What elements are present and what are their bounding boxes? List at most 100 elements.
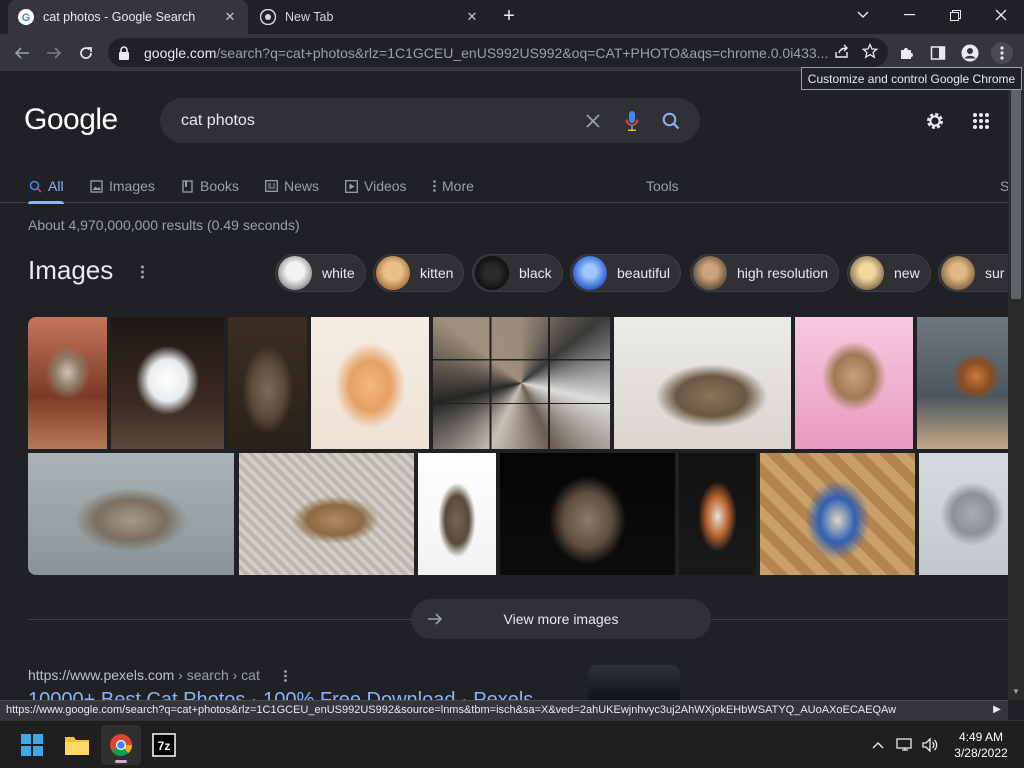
view-more-images-button[interactable]: View more images — [411, 599, 711, 639]
search-results-page: Google cat photos All Images Books News … — [0, 71, 1008, 700]
clear-icon[interactable] — [583, 111, 603, 131]
clock-time: 4:49 AM — [958, 730, 1004, 744]
image-icon — [89, 179, 103, 193]
profile-icon[interactable] — [959, 42, 981, 64]
chip-new[interactable]: new — [847, 254, 931, 292]
image-result[interactable] — [614, 317, 791, 449]
chrome-menu-kebab-icon[interactable] — [991, 42, 1013, 64]
arrow-right-icon — [425, 609, 445, 629]
vertical-scrollbar[interactable]: ▲ ▼ — [1008, 71, 1024, 700]
chip-thumbnail — [376, 256, 410, 290]
chip-label: new — [894, 265, 920, 281]
images-more-kebab-icon[interactable] — [136, 263, 148, 281]
side-panel-icon[interactable] — [927, 42, 949, 64]
search-box[interactable]: cat photos — [160, 98, 700, 143]
tab-new-tab[interactable]: New Tab ✕ — [250, 0, 490, 34]
forward-arrow-icon[interactable] — [43, 42, 65, 64]
result-thumbnail[interactable] — [588, 665, 680, 700]
image-result[interactable] — [418, 453, 496, 575]
chip-thumbnail — [693, 256, 727, 290]
tab-news[interactable]: News — [264, 169, 319, 203]
image-result[interactable] — [311, 317, 429, 449]
address-path: /search?q=cat+photos&rlz=1C1GCEU_enUS992… — [216, 44, 829, 61]
image-result[interactable] — [239, 453, 414, 575]
tab-more[interactable]: More — [430, 169, 474, 203]
image-result[interactable] — [917, 317, 1008, 449]
chip-black[interactable]: black — [472, 254, 563, 292]
chip-sur[interactable]: sur — [938, 254, 1008, 292]
microphone-icon[interactable] — [622, 110, 642, 131]
close-tab-icon[interactable]: ✕ — [222, 9, 238, 25]
search-icon — [28, 179, 42, 193]
image-result[interactable] — [919, 453, 1008, 575]
status-scroll-arrow-icon: ▶ — [993, 704, 1001, 715]
chip-beautiful[interactable]: beautiful — [570, 254, 681, 292]
bookmark-star-icon[interactable] — [861, 42, 879, 62]
svg-text:7z: 7z — [158, 739, 171, 753]
file-explorer-icon[interactable] — [57, 725, 97, 765]
minimize-button[interactable] — [895, 4, 923, 26]
share-icon[interactable] — [834, 43, 850, 62]
tab-label: News — [284, 178, 320, 194]
image-result[interactable] — [28, 317, 107, 449]
back-arrow-icon[interactable] — [11, 42, 33, 64]
network-icon[interactable] — [895, 735, 915, 755]
chip-white[interactable]: white — [275, 254, 366, 292]
image-result[interactable] — [111, 317, 224, 449]
close-window-button[interactable] — [987, 4, 1015, 26]
tab-label: More — [442, 178, 474, 194]
result-title-link[interactable]: 10000+ Best Cat Photos · 100% Free Downl… — [28, 689, 533, 700]
chip-high-resolution[interactable]: high resolution — [690, 254, 840, 292]
image-result[interactable] — [500, 453, 675, 575]
image-result-collage[interactable] — [433, 317, 610, 449]
tab-all[interactable]: All — [28, 169, 64, 204]
image-result[interactable] — [679, 453, 756, 575]
windows-taskbar: 7z 4:49 AM 3/28/2022 — [0, 720, 1024, 768]
volume-icon[interactable] — [920, 735, 940, 755]
tab-search-chevron-icon[interactable] — [849, 4, 877, 26]
start-icon[interactable] — [12, 725, 52, 765]
search-input[interactable]: cat photos — [181, 112, 583, 130]
view-more-label: View more images — [503, 611, 619, 627]
address-bar[interactable]: google.com /search?q=cat+photos&rlz=1C1G… — [108, 38, 888, 67]
scroll-down-arrow-icon[interactable]: ▼ — [1011, 687, 1021, 697]
chip-label: white — [322, 265, 355, 281]
image-result[interactable] — [795, 317, 913, 449]
active-app-indicator — [115, 760, 127, 763]
reload-icon[interactable] — [75, 42, 97, 64]
scrollbar-thumb[interactable] — [1011, 89, 1021, 299]
settings-gear-icon[interactable] — [923, 109, 947, 133]
google-logo[interactable]: Google — [24, 103, 118, 137]
tab-images[interactable]: Images — [89, 169, 155, 203]
status-url-bar: https://www.google.com/search?q=cat+phot… — [0, 700, 1008, 720]
image-result[interactable] — [28, 453, 234, 575]
image-result[interactable] — [760, 453, 915, 575]
close-tab-icon[interactable]: ✕ — [464, 9, 480, 25]
result-url[interactable]: https://www.pexels.com › search › cat — [28, 667, 260, 683]
restore-button[interactable] — [941, 4, 969, 26]
result-options-kebab-icon[interactable] — [280, 668, 290, 684]
chrome-icon[interactable] — [101, 725, 141, 765]
chip-thumbnail — [850, 256, 884, 290]
tray-chevron-up-icon[interactable] — [868, 735, 888, 755]
tools-button[interactable]: Tools — [646, 169, 679, 203]
tab-cat-photos[interactable]: G cat photos - Google Search ✕ — [8, 0, 248, 34]
extensions-puzzle-icon[interactable] — [895, 42, 917, 64]
safesearch-button[interactable]: S — [1000, 169, 1008, 203]
images-heading[interactable]: Images — [28, 255, 113, 286]
lock-icon[interactable] — [118, 45, 134, 60]
taskbar-clock[interactable]: 4:49 AM 3/28/2022 — [946, 729, 1016, 761]
tab-label: All — [48, 178, 64, 194]
7zip-icon[interactable]: 7z — [144, 725, 184, 765]
apps-grid-icon[interactable] — [969, 109, 993, 133]
image-result[interactable] — [228, 317, 307, 449]
kebab-icon — [430, 179, 438, 193]
tab-bar: G cat photos - Google Search ✕ New Tab ✕… — [0, 0, 1024, 34]
tab-videos[interactable]: Videos — [344, 169, 407, 203]
chip-kitten[interactable]: kitten — [373, 254, 465, 292]
new-tab-button[interactable]: + — [498, 6, 520, 28]
search-icon[interactable] — [661, 111, 681, 131]
result-url-crumbs: › search › cat — [174, 667, 260, 683]
clock-date: 3/28/2022 — [954, 746, 1008, 760]
tab-books[interactable]: Books — [180, 169, 239, 203]
